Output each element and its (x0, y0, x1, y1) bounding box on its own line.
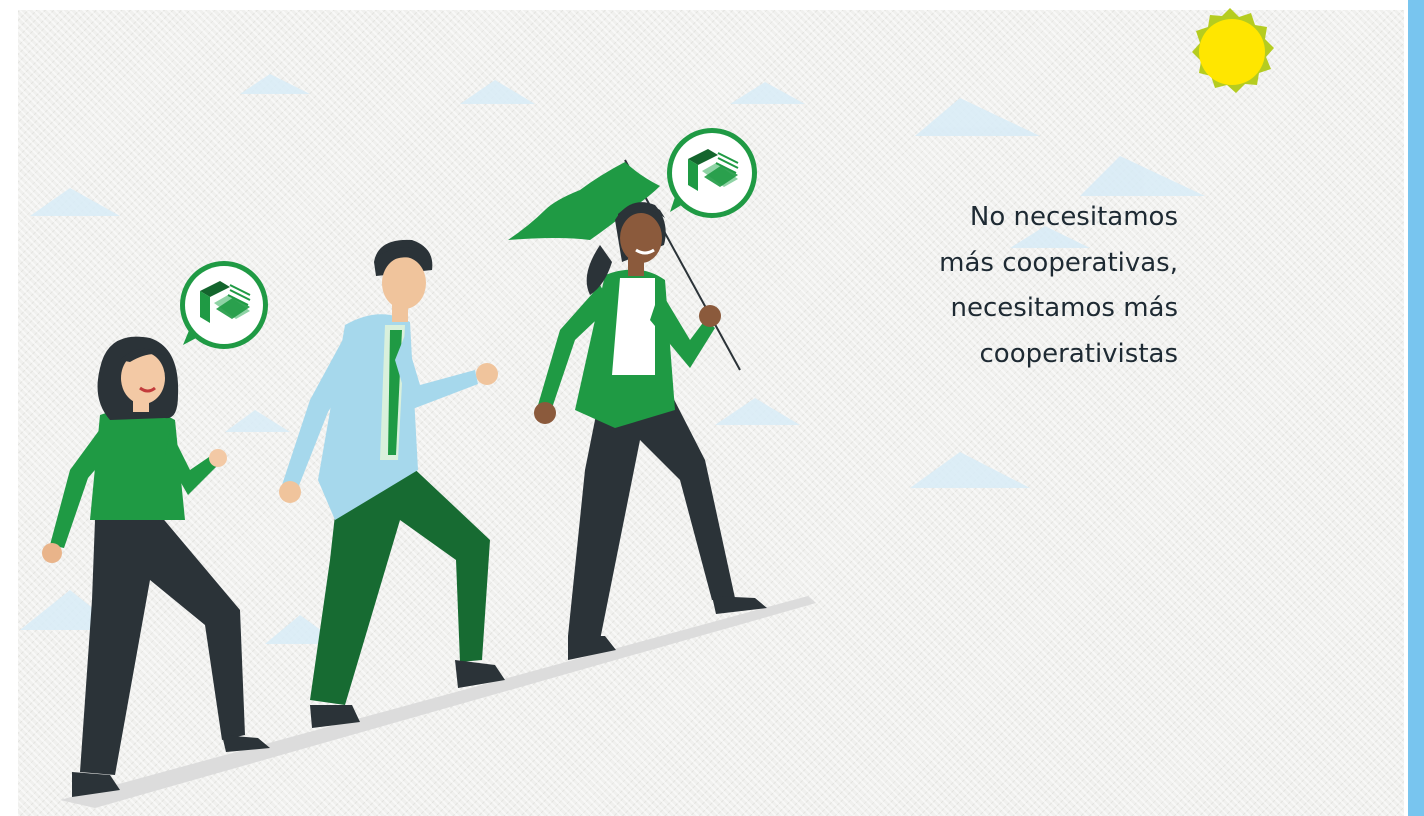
person-man-middle (279, 239, 505, 728)
person-woman-flag (534, 202, 767, 660)
person-woman-left (42, 336, 270, 797)
cloud-icon (715, 398, 800, 425)
cooperative-logo-icon (180, 261, 268, 349)
slope (60, 596, 816, 808)
cloud-icon (1080, 156, 1205, 196)
cooperative-logo-icon (667, 128, 757, 218)
cloud-icon (910, 452, 1030, 488)
scene-illustration (20, 8, 1274, 808)
cloud-icon (240, 74, 310, 94)
cloud-icon (225, 410, 290, 432)
quote-line: necesitamos más (950, 293, 1178, 323)
sun-icon (1192, 8, 1274, 93)
quote-line: cooperativistas (979, 338, 1178, 369)
cloud-icon (460, 80, 535, 104)
quote-line: No necesitamos (969, 202, 1178, 232)
cloud-icon (915, 98, 1040, 136)
quote-line: más cooperativas, (939, 247, 1178, 278)
quote-text: No necesitamos más cooperativas, necesit… (800, 195, 1178, 377)
cloud-icon (730, 82, 805, 104)
cloud-icon (30, 188, 120, 216)
illustration-canvas: No necesitamos más cooperativas, necesit… (0, 0, 1424, 816)
